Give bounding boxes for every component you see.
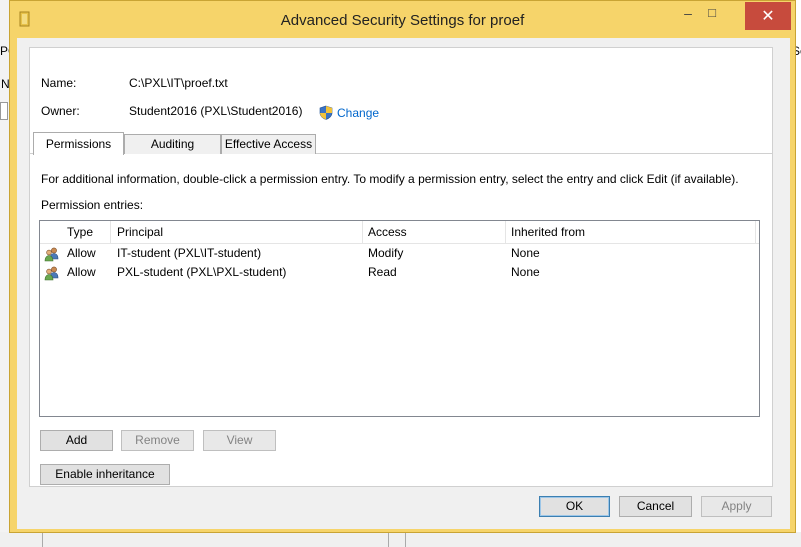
cell-type: Allow [67,246,96,260]
name-label: Name: [41,76,77,90]
permission-entries-list[interactable]: Type Principal Access Inherited from All… [39,220,760,417]
add-button[interactable]: Add [40,430,113,451]
tab-effective-access[interactable]: Effective Access [221,134,316,154]
maximize-icon[interactable]: □ [705,6,719,20]
remove-button[interactable]: Remove [121,430,194,451]
users-icon [44,247,59,262]
name-value: C:\PXL\IT\proef.txt [129,76,228,90]
list-header: Type Principal Access Inherited from [40,221,759,244]
view-button[interactable]: View [203,430,276,451]
column-header-type[interactable]: Type [61,221,111,243]
cell-type: Allow [67,265,96,279]
column-header-access[interactable]: Access [362,221,505,243]
cell-principal: IT-student (PXL\IT-student) [117,246,262,260]
column-header-principal[interactable]: Principal [111,221,362,243]
info-text: For additional information, double-click… [41,172,739,186]
window-title: Advanced Security Settings for proef [280,12,525,29]
title-bar[interactable]: Advanced Security Settings for proef – □… [10,1,795,39]
cell-principal: PXL-student (PXL\PXL-student) [117,265,287,279]
cell-access: Modify [368,246,404,260]
owner-label: Owner: [41,104,80,118]
minimize-icon[interactable]: – [681,6,695,20]
table-row[interactable]: Allow IT-student (PXL\IT-student) Modify… [40,244,759,263]
permission-entries-label: Permission entries: [41,198,144,212]
cancel-button[interactable]: Cancel [619,496,692,517]
cell-access: Read [368,265,397,279]
column-header-inherited-from[interactable]: Inherited from [505,221,755,243]
cell-inherited-from: None [511,265,540,279]
background-control [0,102,8,120]
close-button[interactable]: ✕ [745,2,791,30]
ok-button[interactable]: OK [539,496,610,517]
background-window-bottom [0,532,801,547]
tab-permissions[interactable]: Permissions [33,132,124,155]
settings-panel: Name: C:\PXL\IT\proef.txt Owner: Student… [29,47,773,487]
table-row[interactable]: Allow PXL-student (PXL\PXL-student) Read… [40,263,759,282]
apply-button[interactable]: Apply [701,496,772,517]
enable-inheritance-button[interactable]: Enable inheritance [40,464,170,485]
users-icon [44,266,59,281]
dialog-client: Name: C:\PXL\IT\proef.txt Owner: Student… [17,38,790,529]
cell-inherited-from: None [511,246,540,260]
dialog-window: Advanced Security Settings for proef – □… [9,0,796,533]
change-owner-link[interactable]: Change [319,105,379,120]
owner-value: Student2016 (PXL\Student2016) [129,104,303,118]
change-link-label: Change [337,105,380,120]
uac-shield-icon [319,105,333,120]
tab-auditing[interactable]: Auditing [124,134,221,154]
